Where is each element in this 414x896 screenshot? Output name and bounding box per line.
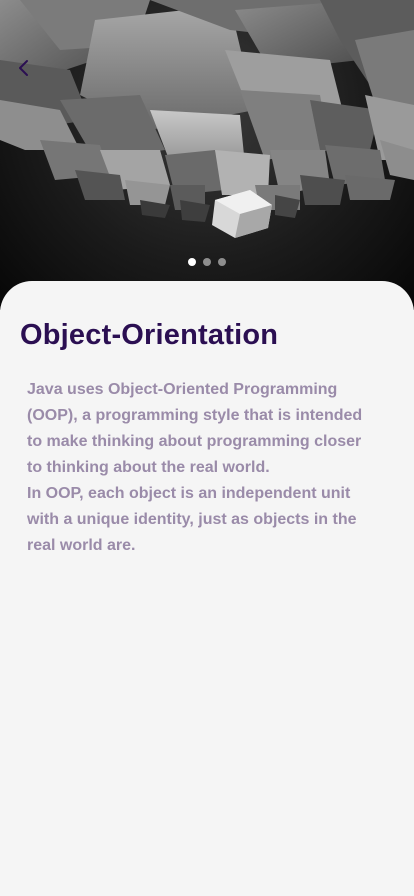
description-paragraph: In OOP, each object is an independent un…: [27, 485, 357, 554]
description-paragraph: Java uses Object-Oriented Programming (O…: [27, 381, 363, 476]
back-button[interactable]: [12, 56, 36, 80]
description: Java uses Object-Oriented Programming (O…: [27, 377, 372, 559]
page-title: Object-Orientation: [20, 319, 279, 351]
page-dot[interactable]: [218, 258, 226, 266]
hero-image: [0, 0, 414, 310]
content-sheet: Object-Orientation Java uses Object-Orie…: [0, 281, 414, 896]
page-dot-active[interactable]: [188, 258, 196, 266]
page-dot[interactable]: [203, 258, 211, 266]
chevron-left-icon: [19, 60, 28, 76]
page-indicator: [0, 258, 414, 266]
